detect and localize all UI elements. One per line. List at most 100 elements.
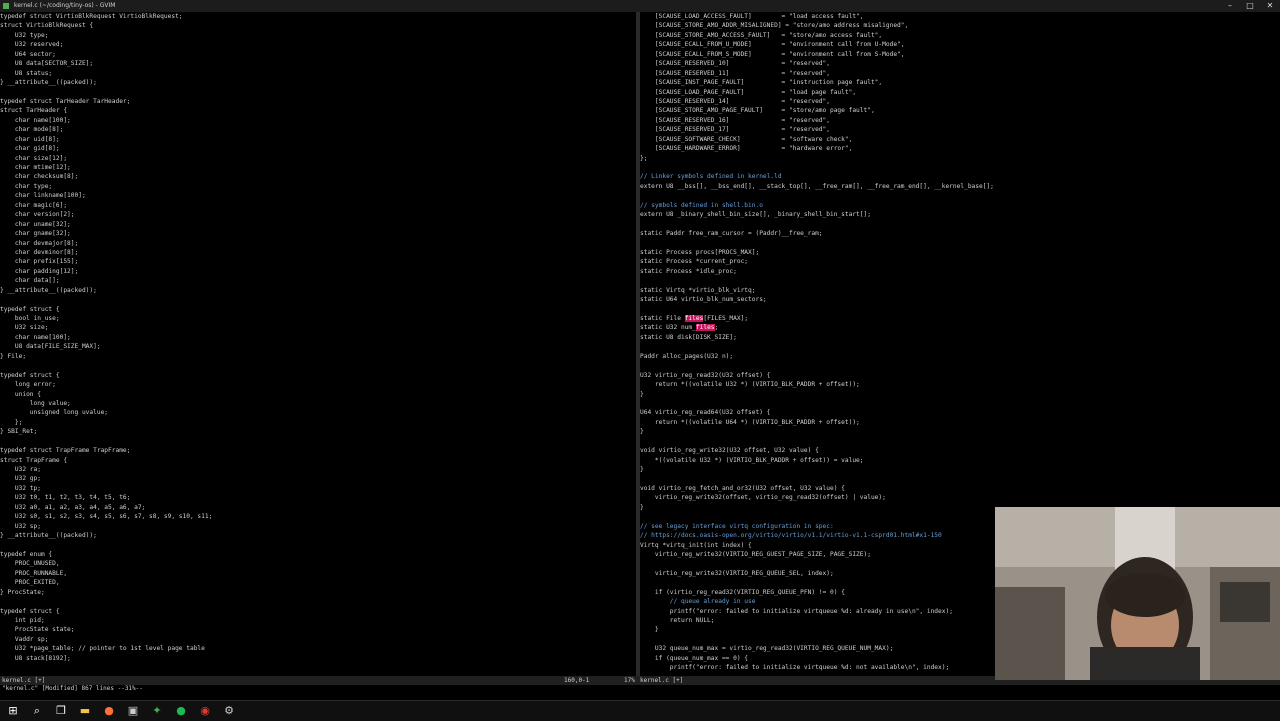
window-title: kernel.c (~/coding/tiny-os) - GVIM — [14, 2, 116, 9]
code-line: U8 stack[8192]; — [0, 654, 71, 662]
code-line: return *((volatile U32 *) (VIRTIO_BLK_PA… — [640, 381, 860, 389]
code-line: typedef struct { — [0, 305, 60, 313]
code-line: } ProcState; — [0, 588, 45, 596]
code-line: U64 sector; — [0, 50, 56, 58]
code-line: char uname[32]; — [0, 220, 71, 228]
code-line: long error; — [0, 381, 56, 389]
code-line: struct TarHeader { — [0, 107, 68, 115]
code-line: } — [640, 428, 644, 436]
maximize-button[interactable]: □ — [1240, 0, 1260, 12]
code-line: U32 reserved; — [0, 41, 64, 49]
minimize-button[interactable]: – — [1220, 0, 1240, 12]
code-line: } — [640, 466, 644, 473]
code-line: char uid[8]; — [0, 135, 60, 143]
statusline-right-filename: kernel.c [+] — [640, 677, 684, 684]
statusline-left-filename: kernel.c [+] — [2, 677, 46, 684]
code-line: void virtio_reg_write32(U32 offset, U32 … — [640, 447, 819, 455]
code-line: U32 gp; — [0, 475, 41, 483]
code-line: char type; — [0, 182, 53, 190]
code-line: bool in_use; — [0, 315, 60, 322]
code-line: [SCAUSE_LOAD_PAGE_FAULT] = "load page fa… — [640, 88, 857, 96]
gvim-icon[interactable]: ✦ — [150, 704, 164, 718]
code-line: [SCAUSE_ECALL_FROM_U_MODE] = "environmen… — [640, 41, 905, 49]
code-line: U32 a0, a1, a2, a3, a4, a5, a6, a7; — [0, 503, 146, 511]
code-line: extern U8 __bss[], __bss_end[], __stack_… — [640, 182, 994, 190]
code-line: } SBI_Ret; — [0, 428, 38, 436]
code-line: struct TrapFrame { — [0, 456, 68, 464]
code-line: static File files[FILES_MAX]; — [640, 315, 749, 322]
terminal-icon[interactable]: ▣ — [126, 704, 140, 718]
code-line: [SCAUSE_STORE_AMO_PAGE_FAULT] = "store/a… — [640, 107, 875, 115]
code-line: U32 s0, s1, s2, s3, s4, s5, s6, s7, s8, … — [0, 513, 213, 521]
code-line: } — [640, 390, 644, 398]
webcam-image — [995, 507, 1280, 680]
code-line: char gname[32]; — [0, 230, 71, 238]
code-line: } __attribute__((packed)); — [0, 532, 97, 540]
task-view-icon[interactable]: ❐ — [54, 704, 68, 718]
code-line: typedef struct { — [0, 607, 60, 615]
vim-command-line[interactable]: "kernel.c" [Modified] 867 lines --31%-- — [0, 685, 1280, 699]
code-line: } __attribute__((packed)); — [0, 286, 97, 294]
code-line: static U64 virtio_blk_num_sectors; — [640, 296, 767, 304]
spotify-icon[interactable]: ● — [174, 704, 188, 718]
code-line: char name[100]; — [0, 116, 71, 124]
firefox-icon[interactable]: ● — [102, 704, 116, 718]
code-line: [SCAUSE_INST_PAGE_FAULT] = "instruction … — [640, 79, 883, 87]
windows-start-icon[interactable]: ⊞ — [6, 704, 20, 718]
code-line: char checksum[8]; — [0, 173, 79, 181]
close-button[interactable]: ✕ — [1260, 0, 1280, 12]
code-line: static Process *idle_proc; — [640, 267, 737, 275]
code-line: U32 *page_table; // pointer to 1st level… — [0, 645, 205, 653]
code-line: U32 ra; — [0, 466, 41, 473]
code-line: U8 data[FILE_SIZE_MAX]; — [0, 343, 101, 351]
code-line: // symbols defined in shell.bin.o — [640, 201, 763, 209]
code-line: long value; — [0, 399, 71, 407]
code-line: Paddr alloc_pages(U32 n); — [640, 352, 734, 360]
code-line: U8 status; — [0, 69, 53, 77]
code-line: U32 t0, t1, t2, t3, t4, t5, t6; — [0, 494, 131, 502]
code-line: typedef struct TarHeader TarHeader; — [0, 97, 131, 105]
code-line: static Paddr free_ram_cursor = (Paddr)__… — [640, 230, 823, 238]
code-line: static U8 disk[DISK_SIZE]; — [640, 333, 737, 341]
code-line: ProcState state; — [0, 626, 75, 634]
webcam-overlay — [995, 507, 1280, 680]
code-line: }; — [640, 154, 648, 162]
code-line: } File; — [0, 352, 27, 360]
code-line: char linkname[100]; — [0, 192, 86, 200]
cursor-position: 160,0-1 — [564, 677, 590, 684]
code-line: char mode[8]; — [0, 126, 64, 134]
code-line: char prefix[155]; — [0, 258, 79, 266]
code-line: return *((volatile U64 *) (VIRTIO_BLK_PA… — [640, 418, 860, 426]
search-highlight: files — [684, 315, 704, 322]
code-line: char name[100]; — [0, 333, 71, 341]
code-line: PROC_RUNNABLE, — [0, 569, 68, 577]
settings-icon[interactable]: ⚙ — [222, 704, 236, 718]
code-line: [SCAUSE_RESERVED_17] = "reserved", — [640, 126, 830, 134]
code-line: [SCAUSE_RESERVED_16] = "reserved", — [640, 116, 830, 124]
code-line: U32 type; — [0, 31, 49, 39]
chrome-icon[interactable]: ◉ — [198, 704, 212, 718]
code-line: PROC_EXITED, — [0, 579, 60, 587]
command-line-message: "kernel.c" [Modified] 867 lines --31%-- — [2, 685, 143, 692]
file-explorer-icon[interactable]: ▬ — [78, 704, 92, 718]
code-line: [SCAUSE_RESERVED_14] = "reserved", — [640, 97, 830, 105]
code-line: *((volatile U32 *) (VIRTIO_BLK_PADDR + o… — [640, 456, 864, 464]
search-icon[interactable]: ⌕ — [30, 704, 44, 718]
code-line: U32 sp; — [0, 522, 41, 530]
gvim-app-icon — [3, 3, 9, 9]
code-line: [SCAUSE_LOAD_ACCESS_FAULT] = "load acces… — [640, 13, 864, 20]
code-line: int pid; — [0, 617, 45, 624]
code-line: [SCAUSE_SOFTWARE_CHECK] = "software chec… — [640, 135, 853, 143]
window-titlebar: kernel.c (~/coding/tiny-os) - GVIM – □ ✕ — [0, 0, 1280, 12]
code-line: [SCAUSE_ECALL_FROM_S_MODE] = "environmen… — [640, 50, 905, 58]
editor-pane-left[interactable]: typedef struct VirtioBlkRequest VirtioBl… — [0, 12, 636, 676]
